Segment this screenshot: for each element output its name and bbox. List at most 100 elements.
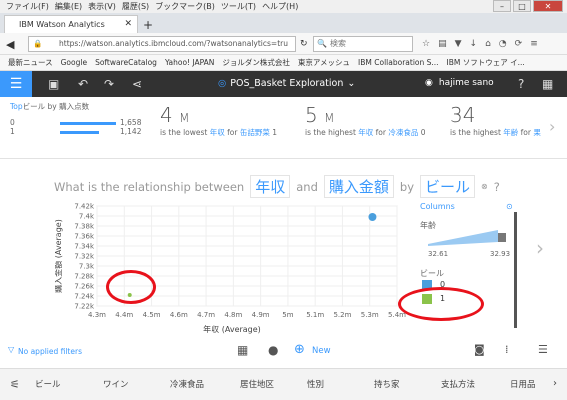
x-tick-label: 5.1m: [306, 311, 324, 319]
question-help-icon[interactable]: ?: [494, 180, 500, 194]
field-item[interactable]: 居住地区: [240, 378, 274, 390]
bookmark-item[interactable]: SoftwareCatalog: [95, 58, 157, 67]
kpi-number: 4: [160, 103, 173, 127]
tab-watson-analytics[interactable]: IBM Watson Analytics ✕: [4, 15, 138, 33]
bookmark-item[interactable]: IBM Collaboration S...: [358, 58, 439, 67]
y-tick-label: 7.36k: [74, 233, 95, 241]
grid-view-icon[interactable]: ▦: [237, 343, 248, 357]
sync-icon[interactable]: ⟳: [515, 39, 523, 49]
reading-list-icon[interactable]: ▤: [438, 39, 447, 49]
kpi-next-chevron-icon[interactable]: ›: [549, 117, 555, 136]
filter-icon[interactable]: ▽: [8, 345, 14, 354]
minimize-button[interactable]: –: [493, 0, 511, 12]
field-item[interactable]: 持ち家: [374, 378, 400, 390]
pocket-icon[interactable]: ▼: [455, 39, 462, 49]
menu-file[interactable]: ファイル(F): [6, 1, 49, 12]
data-point-beer-0: [368, 213, 377, 221]
y-tick-label: 7.22k: [74, 303, 95, 311]
question-term-purchase[interactable]: 購入金額: [323, 175, 394, 198]
add-icon[interactable]: ⊕: [294, 342, 305, 357]
x-tick-label: 5m: [282, 311, 293, 319]
bookmark-item[interactable]: Yahoo! JAPAN: [165, 58, 214, 67]
navigation-toolbar: ◀ 🔒 https://watson.analytics.ibmcloud.co…: [0, 33, 567, 55]
field-settings-icon[interactable]: ⚟: [10, 378, 20, 391]
field-item[interactable]: ビール: [35, 378, 61, 390]
field-item[interactable]: 支払方法: [441, 378, 475, 390]
app-header: ☰ ▣ ↶ ↷ ⋖ ◎ POS_Basket Exploration ⌄ ◉ h…: [0, 71, 567, 97]
question-term-income[interactable]: 年収: [250, 175, 291, 198]
field-item[interactable]: 性別: [307, 378, 324, 390]
hamburger-menu-icon[interactable]: ☰: [0, 71, 32, 97]
kpi-desc: for: [520, 128, 531, 137]
share-icon[interactable]: ⋖: [132, 77, 142, 91]
y-tick-label: 7.38k: [74, 223, 95, 231]
list-icon[interactable]: ☰: [538, 343, 548, 356]
close-window-button[interactable]: ✕: [533, 0, 563, 12]
kpi-unit: M: [179, 111, 190, 125]
field-item[interactable]: 冷凍食品: [170, 378, 204, 390]
kpi-title-field: ビール: [22, 102, 46, 111]
annotation-circle: [106, 270, 156, 304]
next-viz-chevron-icon[interactable]: ›: [536, 236, 544, 260]
chat-icon[interactable]: ◔: [499, 39, 507, 49]
question-term-beer[interactable]: ビール: [420, 175, 476, 198]
kpi-number: 34: [450, 103, 476, 127]
url-bar[interactable]: 🔒 https://watson.analytics.ibmcloud.com/…: [28, 36, 296, 52]
scatter-chart[interactable]: 4.3m 4.4m 4.5m 4.6m 4.7m 4.8m 4.9m 5m 5.1m 5.2m 5.…: [55, 200, 410, 335]
reload-icon[interactable]: ↻: [300, 39, 308, 49]
menu-edit[interactable]: 編集(E): [55, 1, 82, 12]
kpi-highest-income[interactable]: 5 M is the highest 年収 for 冷凍食品 0: [305, 103, 426, 138]
new-button[interactable]: New: [312, 346, 331, 356]
search-input[interactable]: 🔍 検索: [313, 36, 413, 52]
kpi-lowest-income[interactable]: 4 M is the lowest 年収 for 缶詰野菜 1: [160, 103, 277, 138]
bookmark-item[interactable]: 最新ニュース: [8, 57, 53, 68]
filters-status[interactable]: No applied filters: [18, 347, 82, 356]
field-scroll-right-icon[interactable]: ›: [553, 378, 557, 389]
search-placeholder: 検索: [330, 39, 346, 48]
redo-icon[interactable]: ↷: [104, 77, 114, 91]
back-icon[interactable]: ◀: [6, 38, 14, 51]
bookmark-item[interactable]: Google: [61, 58, 87, 67]
x-tick-label: 5.2m: [333, 311, 351, 319]
camera-icon[interactable]: ◙: [474, 343, 485, 356]
kpi-highest-age[interactable]: 34 is the highest 年齢 for 果: [450, 103, 550, 138]
close-tab-icon[interactable]: ✕: [124, 19, 132, 29]
user-menu[interactable]: ◉ hajime sano: [425, 78, 494, 88]
menu-history[interactable]: 履歴(S): [122, 1, 149, 12]
legend-scrollbar[interactable]: [514, 212, 517, 328]
menu-icon[interactable]: ≡: [530, 39, 538, 49]
kpi-top-beer[interactable]: Topビール by 購入点数 0 1,658 1 1,142: [10, 101, 141, 140]
menu-bookmarks[interactable]: ブックマーク(B): [155, 1, 215, 12]
remove-term-icon[interactable]: ⊗: [481, 182, 488, 191]
bookmark-item[interactable]: IBM ソフトウェア イ...: [447, 57, 525, 68]
dot-icon[interactable]: ●: [268, 343, 278, 357]
home-icon[interactable]: ⌂: [485, 39, 491, 49]
new-tab-icon[interactable]: +: [143, 18, 153, 32]
chart-options-icon[interactable]: ⁞: [505, 343, 509, 356]
url-text: https://watson.analytics.ibmcloud.com/?w…: [59, 39, 288, 48]
field-item[interactable]: ワイン: [103, 378, 129, 390]
field-item[interactable]: 日用品: [510, 378, 536, 390]
bookmark-item[interactable]: ジョルダン株式会社: [222, 57, 290, 68]
save-icon[interactable]: ▣: [48, 77, 59, 91]
star-icon[interactable]: ☆: [422, 39, 430, 49]
tab-title: IBM Watson Analytics: [19, 20, 105, 29]
age-range-graphic: [428, 230, 506, 246]
chevron-down-icon[interactable]: ⌄: [347, 78, 355, 89]
maximize-button[interactable]: □: [513, 0, 531, 12]
y-axis-label: 購入金額 (Average): [55, 219, 63, 293]
menu-view[interactable]: 表示(V): [88, 1, 116, 12]
kpi-desc: is the highest: [450, 128, 501, 137]
legend-settings-icon[interactable]: ⊙: [506, 202, 513, 211]
download-icon[interactable]: ↓: [470, 39, 478, 49]
menu-tools[interactable]: ツール(T): [221, 1, 256, 12]
y-tick-label: 7.24k: [74, 293, 95, 301]
bookmark-item[interactable]: 東京アメッシュ: [298, 57, 350, 68]
undo-icon[interactable]: ↶: [78, 77, 88, 91]
y-tick-label: 7.42k: [74, 203, 95, 211]
help-icon[interactable]: ?: [518, 77, 524, 91]
tab-bar: IBM Watson Analytics ✕ +: [0, 13, 567, 33]
kpi-row-label: 1: [10, 127, 15, 136]
menu-help[interactable]: ヘルプ(H): [262, 1, 298, 12]
dashboard-icon[interactable]: ▦: [542, 77, 553, 91]
